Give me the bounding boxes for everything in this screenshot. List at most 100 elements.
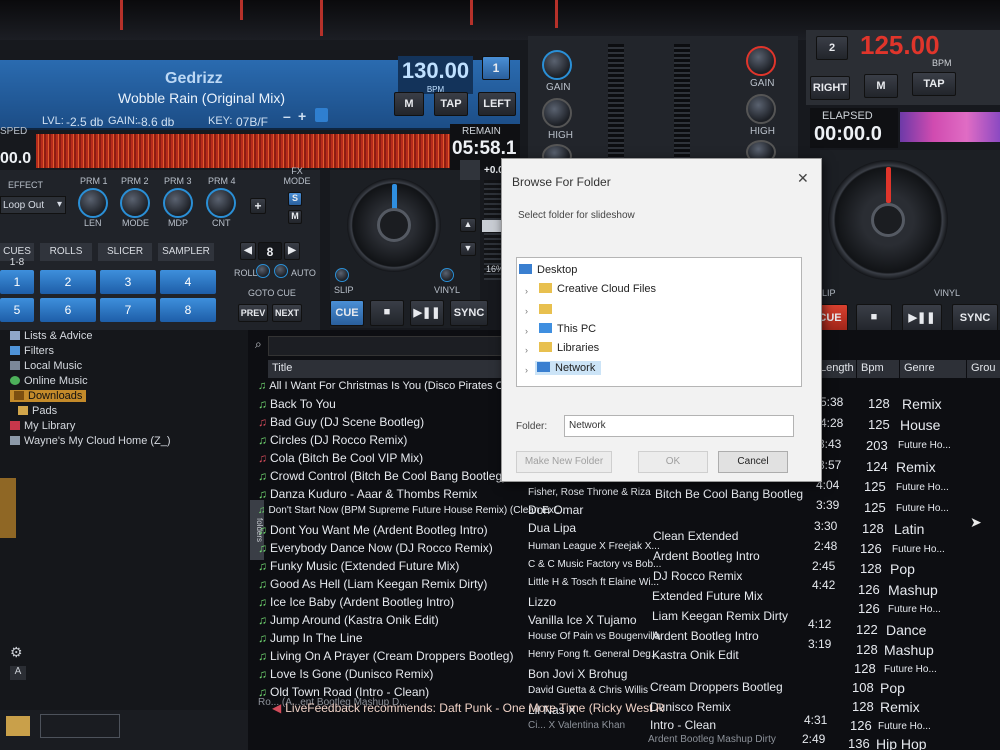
tab-sampler[interactable]: SAMPLER (158, 243, 214, 261)
column-bpm[interactable]: Bpm (857, 360, 899, 378)
pitch-bend-down-button[interactable]: ▼ (460, 242, 476, 256)
pad-4[interactable]: 4 (160, 270, 216, 294)
sidebar-item-filters[interactable]: Filters (10, 345, 54, 357)
sidebar-item-downloads[interactable]: Downloads (10, 390, 87, 402)
table-row[interactable]: ♫ Don't Start Now (BPM Supreme Future Hou… (258, 505, 565, 516)
prev-cue-button[interactable]: PREV (238, 304, 268, 322)
left-play-pause-button[interactable]: ▶❚❚ (410, 300, 444, 326)
left-deck-select-button[interactable]: 1 (482, 56, 510, 80)
right-deck-select-button[interactable]: 2 (816, 36, 848, 60)
pad-6[interactable]: 6 (40, 298, 96, 322)
left-jog-wheel[interactable] (347, 178, 441, 272)
left-gain-knob[interactable] (542, 50, 572, 80)
mdp-knob[interactable] (163, 188, 193, 218)
chevron-right-icon[interactable]: › (525, 326, 528, 336)
left-cue-button[interactable]: CUE (330, 300, 364, 326)
sort-icon[interactable]: A (10, 666, 26, 680)
gear-icon[interactable]: ⚙ (10, 644, 23, 661)
left-waveform[interactable] (36, 134, 450, 168)
mode-knob[interactable] (120, 188, 150, 218)
close-icon[interactable]: ✕ (797, 170, 809, 187)
left-tap-button[interactable]: TAP (434, 92, 468, 116)
fx-mode-s-button[interactable]: S (288, 192, 302, 206)
folder-tree[interactable]: Desktop › Creative Cloud Files › › This … (516, 257, 802, 387)
table-row[interactable]: ♫ Good As Hell (Liam Keegan Remix Dirty) (258, 577, 487, 591)
loop-up-button[interactable]: ▶ (284, 242, 300, 260)
tab-cues[interactable]: CUES 1-8 (0, 243, 34, 268)
table-row[interactable]: ♫ Funky Music (Extended Future Mix) (258, 559, 459, 573)
fx-mode-m-button[interactable]: M (288, 210, 302, 224)
table-row[interactable]: ♫ Back To You (258, 397, 336, 411)
folder-tree-item-creative-cloud[interactable]: Creative Cloud Files (539, 283, 656, 295)
column-group[interactable]: Grou (967, 360, 1000, 378)
sidebar-item-cloud-home[interactable]: Wayne's My Cloud Home (Z_) (10, 435, 171, 447)
pitch-settings-icon[interactable] (460, 160, 480, 180)
right-waveform[interactable] (900, 112, 1000, 142)
folder-tree-item-user[interactable] (539, 303, 649, 316)
make-new-folder-button[interactable]: Make New Folder (516, 451, 612, 473)
column-length[interactable]: Length (816, 360, 856, 378)
table-row[interactable]: ♫ Ice Ice Baby (Ardent Bootleg Intro) (258, 595, 454, 609)
tab-slicer[interactable]: SLICER (98, 243, 152, 261)
table-row[interactable]: ♫ Jump Around (Kastra Onik Edit) (258, 613, 439, 627)
auto-toggle[interactable] (274, 264, 288, 278)
ok-button[interactable]: OK (638, 451, 708, 473)
right-tap-button[interactable]: TAP (912, 72, 956, 96)
pad-5[interactable]: 5 (0, 298, 34, 322)
right-high-knob[interactable] (746, 94, 776, 124)
sidebar-item-pads[interactable]: Pads (18, 405, 57, 417)
key-down-button[interactable]: – (283, 108, 291, 124)
left-stop-button[interactable]: ■ (370, 300, 404, 326)
sidebar-item-online-music[interactable]: Online Music (10, 375, 88, 387)
left-m-button[interactable]: M (394, 92, 424, 116)
sidebar-side-tabs[interactable] (0, 478, 16, 538)
pad-2[interactable]: 2 (40, 270, 96, 294)
table-row[interactable]: ♫ All I Want For Christmas Is You (Disco … (258, 380, 518, 392)
vinyl-toggle[interactable] (440, 268, 454, 282)
sidebar-item-my-library[interactable]: My Library (10, 420, 75, 432)
table-row[interactable]: ♫ Bad Guy (DJ Scene Bootleg) (258, 415, 424, 429)
table-row[interactable]: ♫ Living On A Prayer (Cream Droppers Boot… (258, 649, 513, 663)
chevron-right-icon[interactable]: › (525, 286, 528, 296)
table-row[interactable]: ♫ Jump In The Line (258, 631, 363, 645)
folder-tree-item-this-pc[interactable]: This PC (539, 323, 596, 335)
right-play-pause-button[interactable]: ▶❚❚ (902, 304, 942, 332)
right-sync-button[interactable]: SYNC (952, 304, 998, 332)
pitch-bend-up-button[interactable]: ▲ (460, 218, 476, 232)
table-row[interactable]: ♫ Circles (DJ Rocco Remix) (258, 433, 407, 447)
sidebar-item-lists-advice[interactable]: Lists & Advice (10, 330, 92, 342)
folder-tree-item-desktop[interactable]: Desktop (519, 264, 577, 276)
column-genre[interactable]: Genre (900, 360, 966, 378)
table-row[interactable]: ♫ Love Is Gone (Dunisco Remix) (258, 667, 433, 681)
next-cue-button[interactable]: NEXT (272, 304, 302, 322)
right-side-button[interactable]: RIGHT (810, 76, 850, 100)
left-sync-button[interactable]: SYNC (450, 300, 488, 326)
search-input[interactable]: ⌕ (255, 336, 518, 356)
loop-down-button[interactable]: ◀ (240, 242, 256, 260)
key-up-button[interactable]: + (298, 108, 306, 124)
tab-rolls[interactable]: ROLLS (40, 243, 92, 261)
folder-tree-item-network[interactable]: Network (535, 361, 602, 375)
right-stop-button[interactable]: ■ (856, 304, 892, 332)
sidebar-item-local-music[interactable]: Local Music (10, 360, 82, 372)
table-row[interactable]: ♫ Crowd Control (Bitch Be Cool Bang Bootl… (258, 469, 506, 483)
effect-select[interactable]: Loop Out ▾ (0, 196, 66, 214)
folder-input[interactable]: Network (564, 415, 794, 437)
len-knob[interactable] (78, 188, 108, 218)
pad-7[interactable]: 7 (100, 298, 156, 322)
roll-toggle[interactable] (256, 264, 270, 278)
table-row[interactable]: ♫ Dont You Want Me (Ardent Bootleg Intro) (258, 523, 488, 537)
chevron-right-icon[interactable]: › (525, 306, 528, 316)
table-row[interactable]: ♫ Everybody Dance Now (DJ Rocco Remix) (258, 541, 493, 555)
cancel-button[interactable]: Cancel (718, 451, 788, 473)
table-row[interactable]: ♫ Cola (Bitch Be Cool VIP Mix) (258, 451, 423, 465)
left-side-button[interactable]: LEFT (478, 92, 516, 116)
livefeedback-recommendation[interactable]: ◀ LiveFeedback recommends: Daft Punk - On… (272, 701, 664, 715)
slip-toggle[interactable] (335, 268, 349, 282)
chevron-right-icon[interactable]: › (525, 345, 528, 355)
right-m-button[interactable]: M (864, 74, 898, 98)
pad-8[interactable]: 8 (160, 298, 216, 322)
right-gain-knob[interactable] (746, 46, 776, 76)
pad-1[interactable]: 1 (0, 270, 34, 294)
pad-3[interactable]: 3 (100, 270, 156, 294)
